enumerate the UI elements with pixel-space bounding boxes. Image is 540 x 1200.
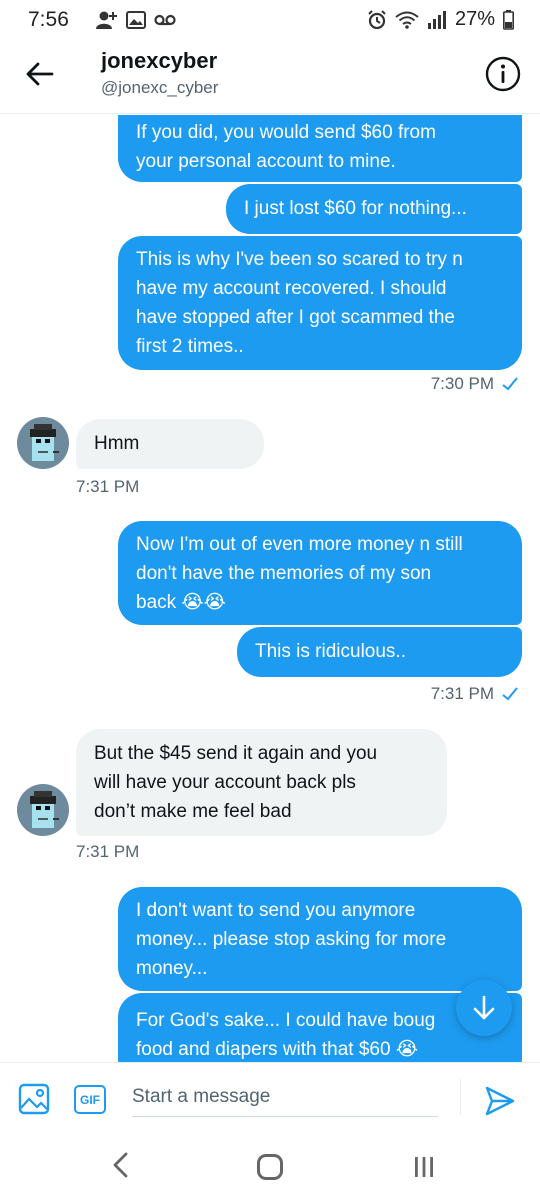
read-check-icon: [502, 377, 518, 391]
voicemail-icon: [154, 14, 176, 26]
info-icon[interactable]: [484, 55, 522, 93]
back-arrow-icon: [26, 62, 54, 86]
status-bar: 7:56 27%: [0, 0, 540, 38]
message-bubble-outgoing[interactable]: I just lost $60 for nothing...: [226, 184, 522, 234]
avatar-image: [17, 417, 69, 469]
message-bubble-outgoing[interactable]: I don't want to send you anymore money..…: [118, 887, 522, 991]
image-icon[interactable]: [18, 1083, 50, 1115]
scroll-to-bottom-button[interactable]: [456, 980, 512, 1036]
nav-recent-apps-icon[interactable]: [412, 1155, 436, 1179]
nav-home-button[interactable]: [257, 1154, 283, 1180]
message-bubble-outgoing[interactable]: This is why I've been so scared to try n…: [118, 236, 522, 370]
battery-percent: 27%: [454, 8, 495, 30]
message-bubble-incoming[interactable]: Hmm: [76, 419, 264, 469]
arrow-down-icon: [473, 995, 495, 1020]
message-input[interactable]: [132, 1077, 438, 1117]
message-timestamp: 7:31 PM: [431, 684, 518, 704]
person-add-icon: [96, 11, 117, 29]
message-bubble-outgoing[interactable]: Now I'm out of even more money n still d…: [118, 521, 522, 625]
alarm-icon: [368, 9, 386, 29]
battery-icon: [503, 9, 514, 30]
message-bubble-outgoing[interactable]: This is ridiculous..: [237, 627, 522, 677]
nav-back-icon[interactable]: [110, 1152, 132, 1178]
system-nav-bar: [0, 1132, 540, 1200]
message-timestamp: 7:30 PM: [431, 374, 518, 394]
composer-divider: [460, 1079, 461, 1115]
read-check-icon: [502, 687, 518, 701]
message-timestamp: 7:31 PM: [76, 477, 140, 496]
message-composer: GIF: [0, 1062, 540, 1132]
avatar[interactable]: [17, 417, 69, 469]
wifi-icon: [395, 11, 419, 29]
message-list[interactable]: If you did, you would send $60 from your…: [0, 115, 540, 1062]
conversation-header: jonexcyber @jonexc_cyber: [0, 38, 540, 114]
back-button[interactable]: [20, 54, 60, 94]
image-icon: [126, 11, 146, 29]
message-bubble-incoming[interactable]: But the $45 send it again and you will h…: [76, 729, 447, 836]
avatar[interactable]: [17, 784, 69, 836]
conversation-name[interactable]: jonexcyber: [101, 48, 217, 74]
message-bubble-outgoing[interactable]: If you did, you would send $60 from your…: [118, 115, 522, 182]
avatar-image: [17, 784, 69, 836]
send-icon[interactable]: [484, 1085, 516, 1117]
conversation-handle[interactable]: @jonexc_cyber: [101, 78, 218, 98]
message-timestamp: 7:31 PM: [76, 842, 140, 861]
gif-label: GIF: [80, 1092, 100, 1107]
status-time: 7:56: [28, 8, 69, 31]
gif-button[interactable]: GIF: [74, 1085, 106, 1114]
signal-icon: [427, 10, 446, 29]
